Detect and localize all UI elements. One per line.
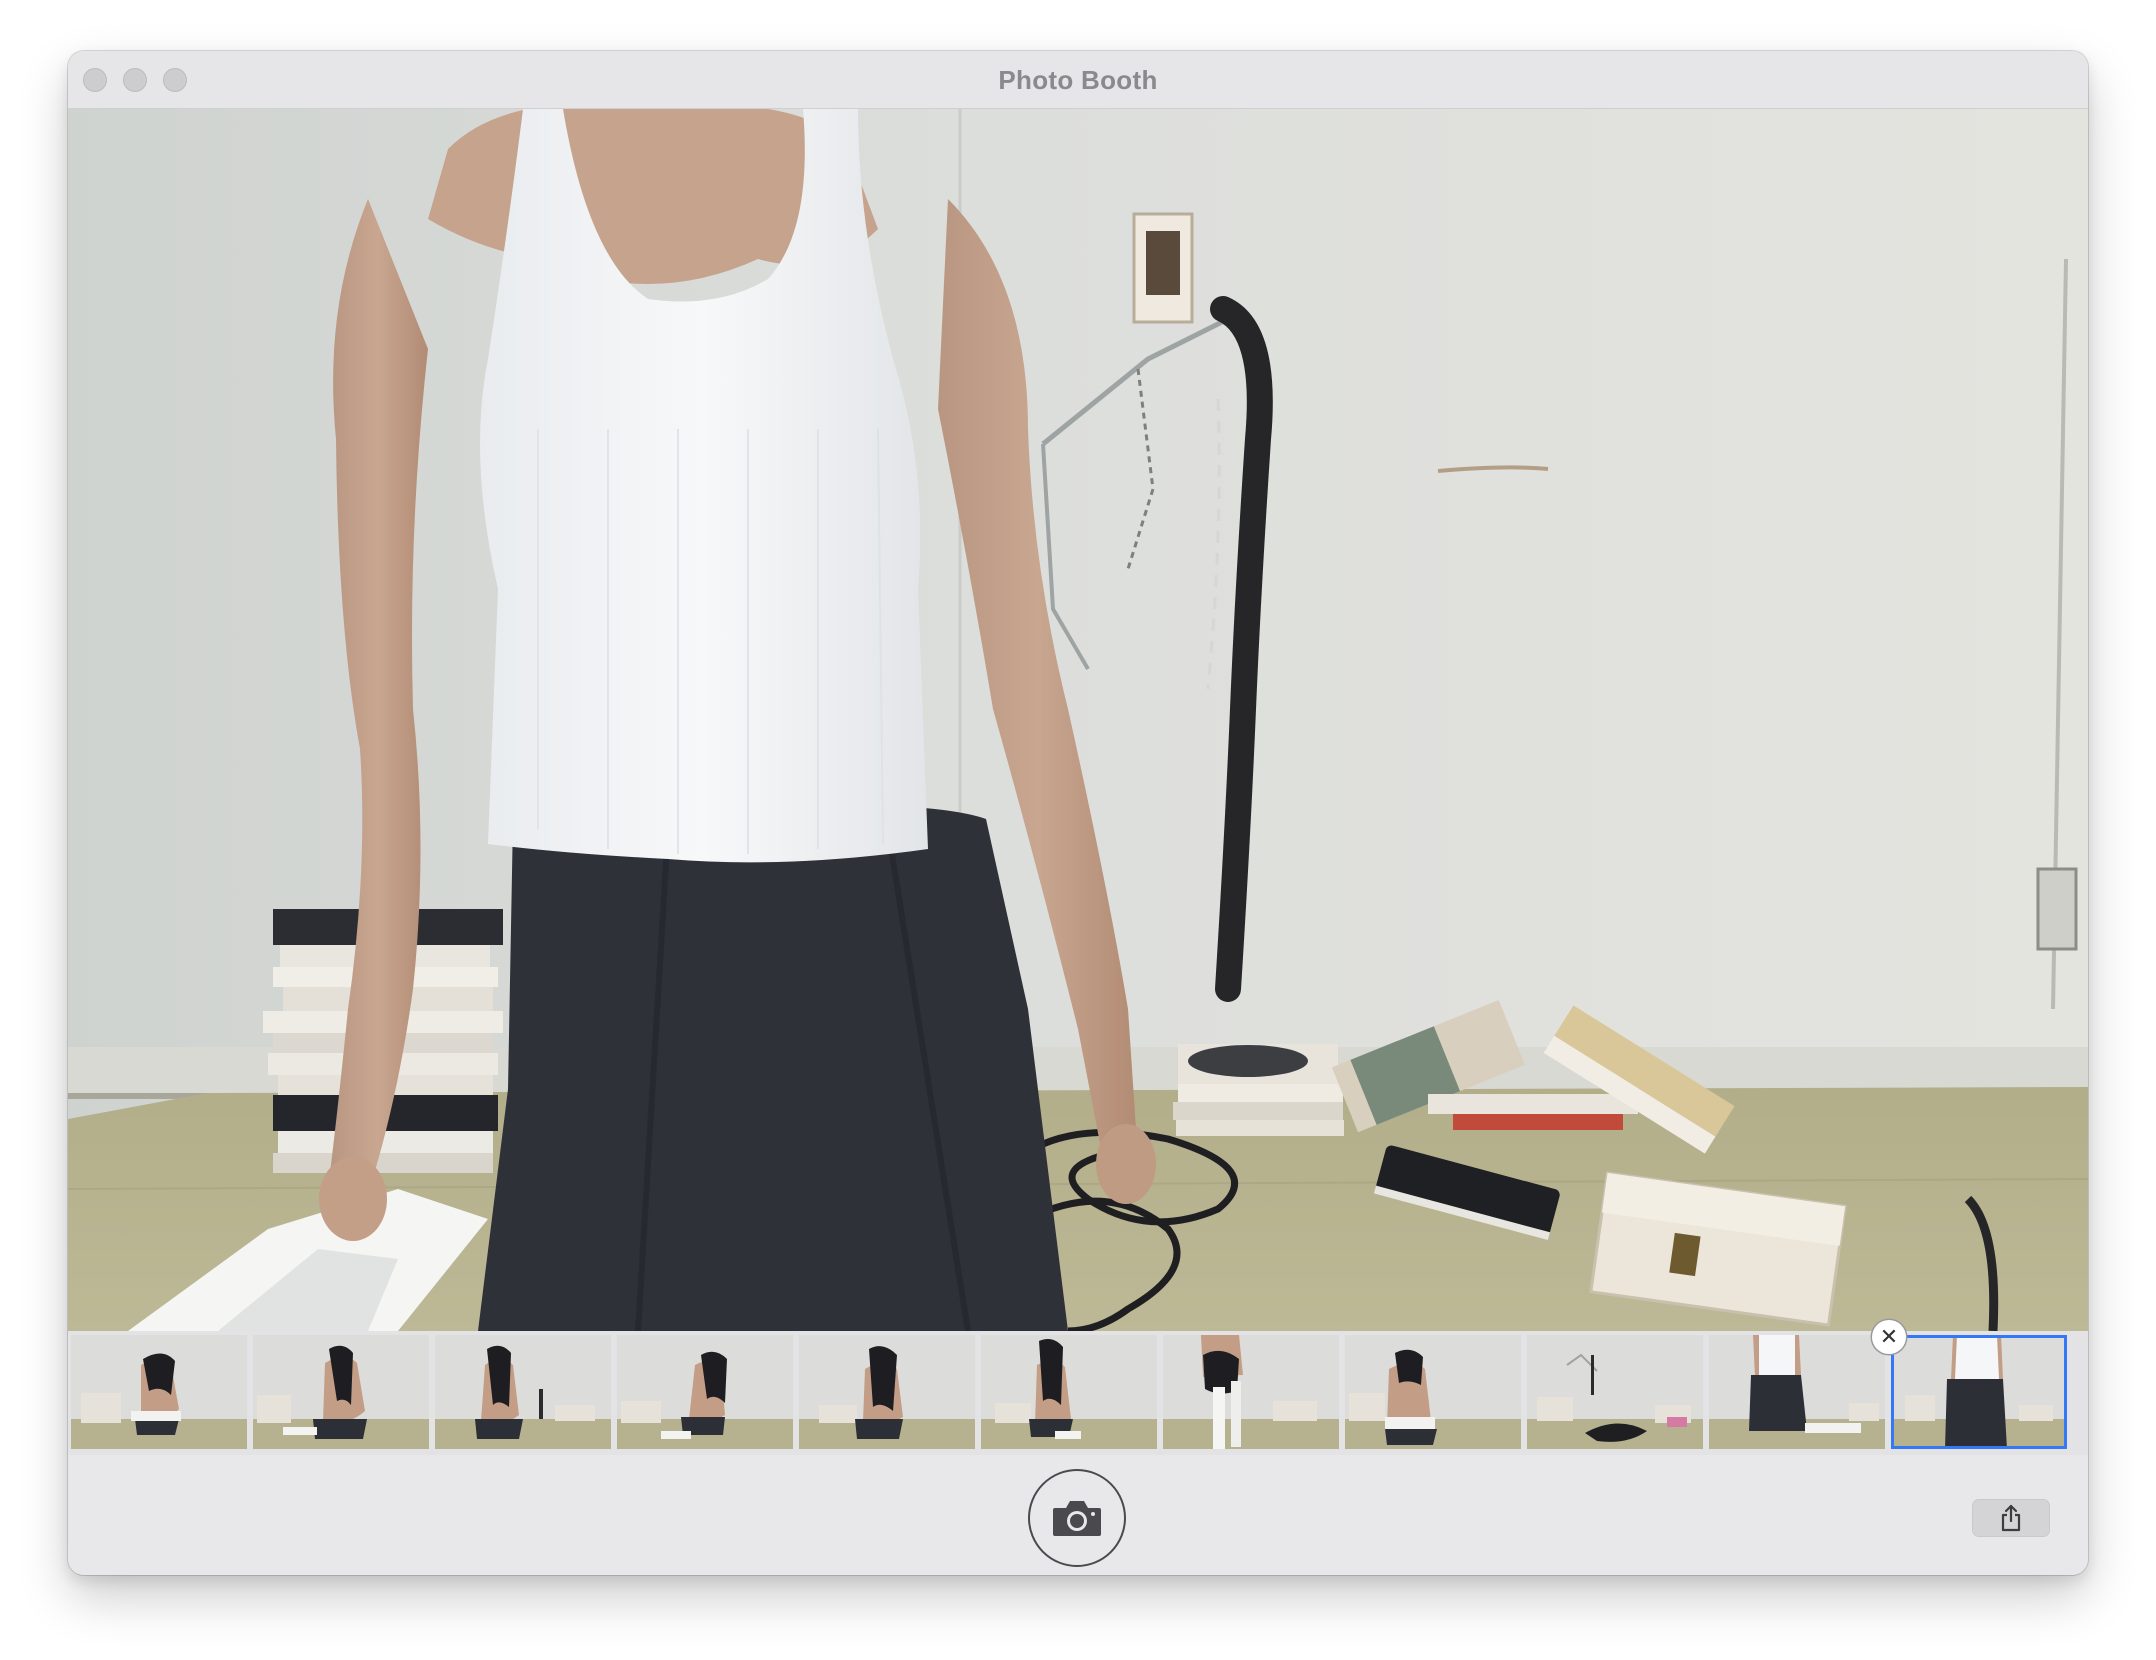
share-icon <box>2001 1504 2021 1532</box>
close-icon: ✕ <box>1879 1324 1899 1350</box>
title-bar[interactable]: Photo Booth <box>68 51 2088 109</box>
photo-thumbnail[interactable] <box>799 1335 975 1449</box>
photo-thumbnail[interactable] <box>1709 1335 1885 1449</box>
take-photo-button[interactable] <box>1028 1469 1126 1567</box>
photo-thumbnail[interactable] <box>1345 1335 1521 1449</box>
thumbnail-strip[interactable]: ✕ <box>68 1320 2088 1455</box>
photo-thumbnail[interactable] <box>1527 1335 1703 1449</box>
photo-booth-window: Photo Booth ✕ <box>68 51 2088 1575</box>
window-title: Photo Booth <box>998 65 1158 95</box>
delete-photo-button[interactable]: ✕ <box>1872 1320 1906 1354</box>
photo-thumbnail[interactable] <box>435 1335 611 1449</box>
photo-thumbnail[interactable] <box>1163 1335 1339 1449</box>
photo-thumbnail-selected[interactable] <box>1891 1335 2067 1449</box>
photo-thumbnail[interactable] <box>981 1335 1157 1449</box>
photo-thumbnail[interactable] <box>617 1335 793 1449</box>
bottom-toolbar <box>68 1455 2088 1575</box>
camera-icon <box>1053 1501 1101 1536</box>
share-button[interactable] <box>1972 1499 2050 1537</box>
camera-preview: live-camera-preview <box>68 109 2088 1331</box>
photo-thumbnail[interactable] <box>253 1335 429 1449</box>
photo-thumbnail[interactable] <box>71 1335 247 1449</box>
